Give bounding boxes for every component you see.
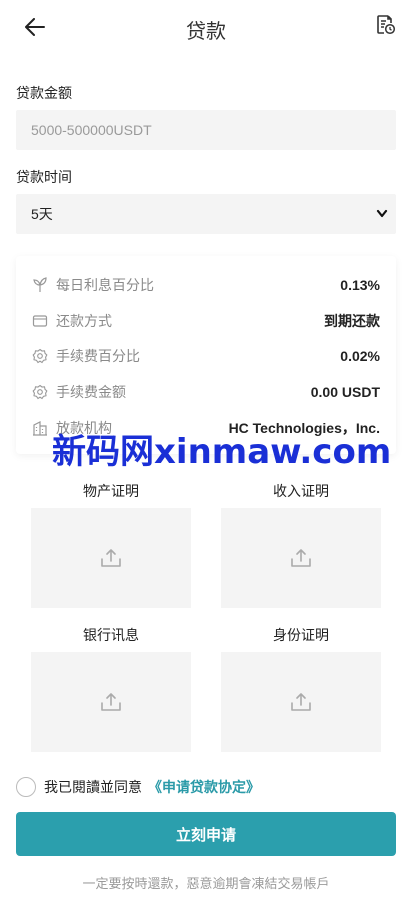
detail-row-daily-interest: 每日利息百分比 0.13% <box>32 273 380 297</box>
loan-records-button[interactable] <box>376 14 398 38</box>
upload-icon <box>291 549 311 567</box>
watermark: 新码网xinmaw.com <box>52 432 392 472</box>
term-label: 贷款时间 <box>16 169 72 185</box>
building-icon <box>32 420 48 436</box>
upload-title-identity: 身份证明 <box>273 627 329 643</box>
detail-label: 手续费百分比 <box>56 348 140 364</box>
detail-value: 到期还款 <box>324 313 380 329</box>
gear-icon <box>32 384 48 400</box>
upload-icon <box>101 693 121 711</box>
upload-title-income: 收入证明 <box>273 483 329 499</box>
detail-row-fee-amount: 手续费金额 0.00 USDT <box>32 380 380 404</box>
detail-value: 0.02% <box>340 348 380 364</box>
detail-value: 0.00 USDT <box>310 384 380 400</box>
chevron-down-icon <box>376 209 388 218</box>
upload-box-property[interactable] <box>31 508 191 608</box>
amount-input[interactable]: 5000-500000USDT <box>16 110 396 150</box>
detail-row-fee-percent: 手续费百分比 0.02% <box>32 344 380 368</box>
upload-box-identity[interactable] <box>221 652 381 752</box>
page-title: 贷款 <box>186 21 226 43</box>
detail-label: 每日利息百分比 <box>56 277 154 293</box>
term-selected-value: 5天 <box>31 206 53 222</box>
upload-title-bank: 银行讯息 <box>83 627 139 643</box>
upload-box-bank[interactable] <box>31 652 191 752</box>
wallet-icon <box>32 313 48 329</box>
header: 贷款 <box>0 0 412 56</box>
apply-now-button[interactable]: 立刻申请 <box>16 812 396 856</box>
detail-label: 手续费金额 <box>56 384 126 400</box>
amount-label: 贷款金额 <box>16 85 72 101</box>
repayment-notice: 一定要按時還款，惡意逾期會凍結交易帳戶 <box>82 876 330 891</box>
upload-icon <box>101 549 121 567</box>
document-history-icon <box>377 15 396 35</box>
term-select[interactable]: 5天 <box>16 194 396 234</box>
amount-placeholder: 5000-500000USDT <box>31 122 152 138</box>
upload-icon <box>291 693 311 711</box>
sprout-icon <box>32 277 48 293</box>
agreement-link[interactable]: 《申请贷款协定》 <box>148 777 260 797</box>
detail-value: 0.13% <box>340 277 380 293</box>
detail-label: 还款方式 <box>56 313 112 329</box>
upload-box-income[interactable] <box>221 508 381 608</box>
agreement-checkbox[interactable] <box>16 777 36 797</box>
agreement-row: 我已閱讀並同意 《申请贷款协定》 <box>16 777 260 797</box>
detail-row-repayment-method: 还款方式 到期还款 <box>32 309 380 333</box>
agreement-text: 我已閱讀並同意 <box>44 779 142 795</box>
gear-icon <box>32 348 48 364</box>
upload-title-property: 物产证明 <box>83 483 139 499</box>
